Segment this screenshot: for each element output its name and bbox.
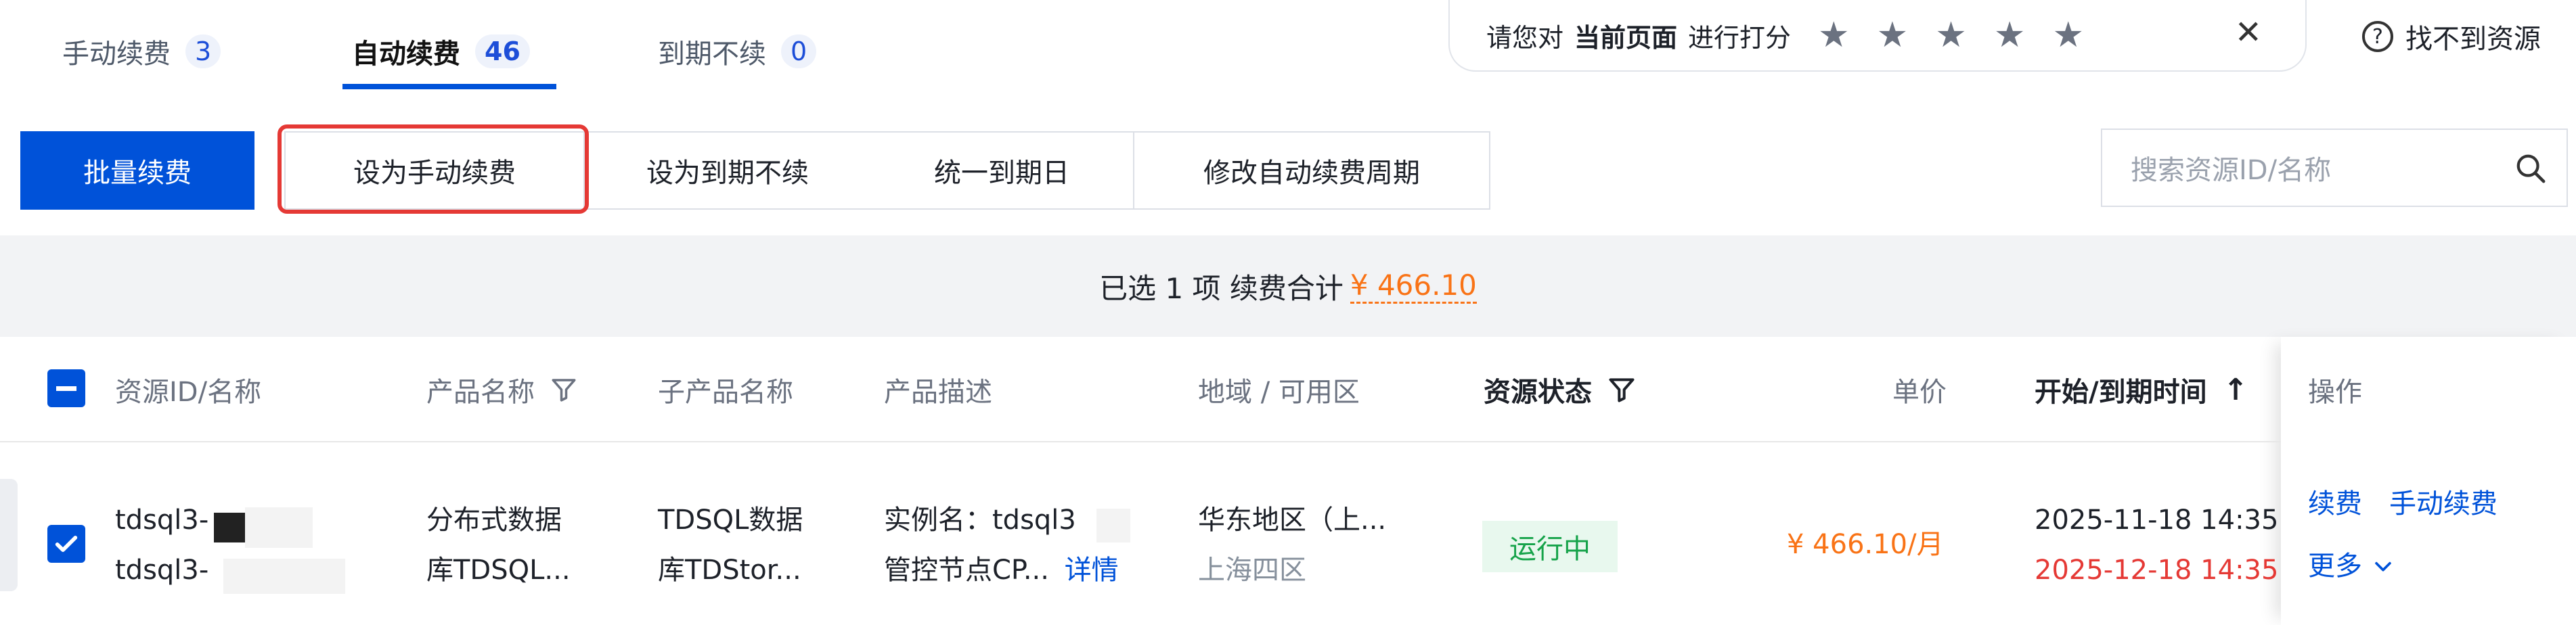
star-icon[interactable]: ★ bbox=[1818, 15, 1850, 55]
column-header-price: 单价 bbox=[1892, 377, 1947, 408]
help-link[interactable]: ? 找不到资源 bbox=[2362, 18, 2541, 55]
column-header-description: 产品描述 bbox=[884, 377, 992, 408]
subproduct-line2: 库TDStor... bbox=[658, 555, 801, 586]
row-checkbox[interactable] bbox=[47, 525, 85, 563]
description-text: 管控节点CP... bbox=[884, 555, 1049, 586]
details-link[interactable]: 详情 bbox=[1065, 555, 1119, 586]
expiry-time: 2025-12-18 14:35 bbox=[2035, 555, 2279, 586]
rating-prefix: 请您对 bbox=[1486, 22, 1564, 53]
redaction-block bbox=[214, 513, 245, 542]
question-icon: ? bbox=[2362, 21, 2393, 52]
tab-no-renew[interactable]: 到期不续 0 bbox=[658, 26, 817, 77]
tab-count-badge: 0 bbox=[781, 34, 817, 68]
redaction-block bbox=[223, 559, 345, 594]
filter-icon[interactable] bbox=[1607, 375, 1637, 404]
highlight-box bbox=[277, 124, 589, 214]
tab-label: 到期不续 bbox=[658, 39, 766, 70]
column-label: 资源状态 bbox=[1484, 377, 1592, 408]
more-label: 更多 bbox=[2308, 551, 2362, 582]
search-input[interactable]: 搜索资源ID/名称 bbox=[2101, 129, 2568, 207]
tab-count-badge: 3 bbox=[185, 34, 221, 68]
resource-id[interactable]: tdsql3- bbox=[115, 498, 208, 542]
page-rating-bar: 请您对 当前页面 进行打分 ★ ★ ★ ★ ★ ✕ bbox=[1448, 0, 2307, 72]
resource-name: tdsql3- bbox=[115, 555, 209, 586]
tab-auto-renew[interactable]: 自动续费 46 bbox=[352, 26, 530, 77]
tab-label: 自动续费 bbox=[352, 39, 460, 70]
selection-summary: 已选 1 项 续费合计 ¥ 466.10 bbox=[0, 235, 2576, 337]
column-header-operations: 操作 bbox=[2308, 377, 2362, 408]
column-header-subproduct: 子产品名称 bbox=[658, 377, 793, 408]
active-tab-indicator bbox=[342, 84, 556, 89]
summary-text: 已选 1 项 续费合计 bbox=[1099, 271, 1343, 305]
sort-ascending-icon[interactable]: ↑ bbox=[2223, 373, 2248, 407]
star-icon[interactable]: ★ bbox=[1935, 15, 1967, 55]
tab-manual-renew[interactable]: 手动续费 3 bbox=[62, 26, 221, 77]
star-icon[interactable]: ★ bbox=[1877, 15, 1909, 55]
header-divider bbox=[0, 441, 2281, 442]
column-header-region: 地域 / 可用区 bbox=[1198, 377, 1360, 408]
tab-count-badge: 46 bbox=[475, 34, 530, 68]
unit-price: ¥ 466.10/月 bbox=[1787, 529, 1944, 560]
batch-renew-button[interactable]: 批量续费 bbox=[20, 131, 254, 210]
column-header-product: 产品名称 bbox=[426, 371, 578, 409]
search-placeholder: 搜索资源ID/名称 bbox=[2131, 155, 2332, 186]
description-line2: 管控节点CP... 详情 bbox=[884, 548, 1119, 593]
availability-zone: 上海四区 bbox=[1198, 555, 1306, 586]
status-badge: 运行中 bbox=[1482, 521, 1618, 572]
summary-amount: ¥ 466.10 bbox=[1350, 269, 1477, 304]
start-time: 2025-11-18 14:35 bbox=[2035, 505, 2279, 536]
chevron-down-icon bbox=[2375, 561, 2391, 572]
column-label: 产品名称 bbox=[426, 377, 535, 408]
redaction-block bbox=[245, 507, 313, 548]
region-name: 华东地区（上... bbox=[1198, 505, 1387, 536]
column-header-time[interactable]: 开始/到期时间 ↑ bbox=[2035, 371, 2248, 409]
star-icon[interactable]: ★ bbox=[2053, 15, 2085, 55]
more-dropdown[interactable]: 更多 bbox=[2308, 544, 2395, 588]
filter-icon[interactable] bbox=[550, 375, 578, 404]
product-name-line2: 库TDSQL... bbox=[426, 555, 571, 586]
rating-suffix: 进行打分 bbox=[1688, 22, 1792, 53]
description-line1: 实例名：tdsql3 bbox=[884, 505, 1076, 536]
close-icon[interactable]: ✕ bbox=[2235, 14, 2262, 51]
column-header-resource: 资源ID/名称 bbox=[115, 377, 262, 408]
help-label: 找不到资源 bbox=[2405, 24, 2541, 55]
product-name-line1: 分布式数据 bbox=[426, 505, 562, 536]
unify-expiry-button[interactable]: 统一到期日 bbox=[870, 131, 1134, 210]
column-header-status: 资源状态 bbox=[1484, 371, 1637, 409]
indeterminate-icon bbox=[56, 386, 76, 391]
select-all-checkbox[interactable] bbox=[47, 369, 85, 407]
renew-link[interactable]: 续费 bbox=[2308, 482, 2362, 526]
redaction-block bbox=[1096, 509, 1130, 542]
check-icon bbox=[55, 536, 78, 552]
manual-renew-link[interactable]: 手动续费 bbox=[2389, 482, 2497, 526]
search-icon[interactable] bbox=[2515, 153, 2546, 184]
drag-handle[interactable] bbox=[0, 479, 18, 591]
star-icon[interactable]: ★ bbox=[1994, 15, 2026, 55]
column-label: 开始/到期时间 bbox=[2035, 377, 2207, 408]
rating-bold: 当前页面 bbox=[1574, 22, 1678, 53]
modify-auto-renew-cycle-button[interactable]: 修改自动续费周期 bbox=[1133, 131, 1490, 210]
tab-label: 手动续费 bbox=[62, 39, 171, 70]
subproduct-line1: TDSQL数据 bbox=[658, 505, 803, 536]
set-no-renew-button[interactable]: 设为到期不续 bbox=[583, 131, 872, 210]
